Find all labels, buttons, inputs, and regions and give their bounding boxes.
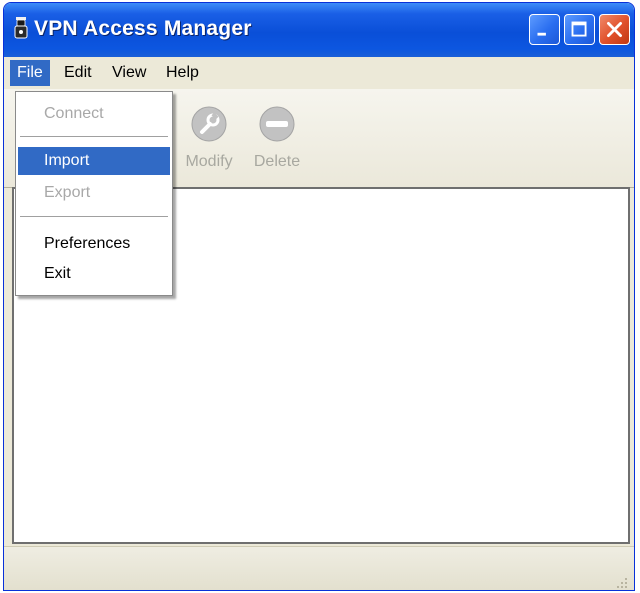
menu-bar: File Edit View Help — [4, 57, 634, 89]
delete-label: Delete — [253, 153, 301, 170]
menu-item-import[interactable]: Import — [18, 147, 170, 175]
menu-item-exit[interactable]: Exit — [18, 260, 170, 288]
modify-button[interactable]: Modify — [174, 105, 244, 171]
menu-edit[interactable]: Edit — [57, 60, 99, 86]
minus-circle-icon — [259, 106, 295, 142]
close-icon — [607, 22, 622, 37]
maximize-button[interactable] — [564, 14, 595, 45]
close-button[interactable] — [599, 14, 630, 45]
file-menu-dropdown: Connect Import Export Preferences Exit — [15, 91, 173, 296]
menu-item-connect[interactable]: Connect — [18, 100, 170, 128]
maximize-icon — [571, 21, 587, 37]
title-bar[interactable]: VPN Access Manager — [4, 3, 634, 57]
menu-separator — [20, 136, 168, 138]
minimize-button[interactable] — [529, 14, 560, 45]
status-bar — [4, 546, 634, 590]
wrench-icon — [191, 106, 227, 142]
menu-view[interactable]: View — [105, 60, 153, 86]
minimize-icon — [537, 32, 546, 36]
menu-item-export[interactable]: Export — [18, 179, 170, 207]
vpn-app-icon — [14, 17, 28, 39]
app-window: VPN Access Manager File Edit View Help M… — [3, 2, 635, 591]
menu-item-preferences[interactable]: Preferences — [18, 230, 170, 258]
menu-file[interactable]: File — [10, 60, 50, 86]
window-title: VPN Access Manager — [34, 17, 252, 40]
modify-label: Modify — [185, 153, 233, 170]
delete-button[interactable]: Delete — [242, 105, 312, 171]
menu-help[interactable]: Help — [159, 60, 206, 86]
resize-grip-icon[interactable] — [614, 575, 628, 589]
menu-separator — [20, 216, 168, 218]
